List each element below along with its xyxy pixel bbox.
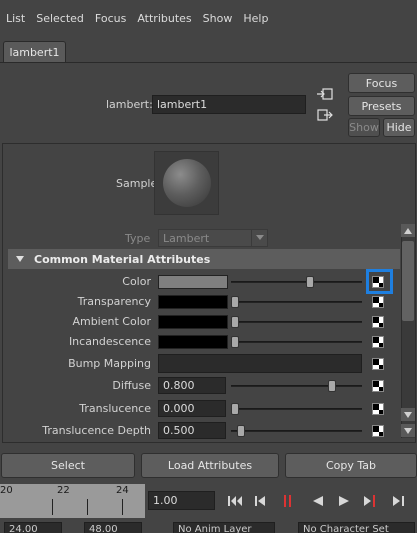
menu-selected[interactable]: Selected (36, 12, 84, 25)
type-label: Type (125, 232, 151, 245)
select-button[interactable]: Select (1, 453, 135, 478)
menu-bar: List Selected Focus Attributes Show Help (0, 0, 417, 36)
attr-label-bump-mapping: Bump Mapping (68, 357, 151, 370)
color-swatch[interactable] (158, 335, 228, 349)
selection-highlight (366, 269, 393, 294)
chevron-down-icon (251, 230, 267, 246)
type-value: Lambert (163, 231, 210, 245)
attr-slider-track[interactable] (231, 430, 362, 432)
attr-label-color: Color (122, 275, 151, 288)
attr-slider-track[interactable] (231, 321, 362, 323)
menu-help[interactable]: Help (243, 12, 268, 25)
attr-label-transparency: Transparency (77, 295, 151, 308)
map-checker-icon[interactable] (372, 316, 384, 328)
hide-button[interactable]: Hide (383, 118, 415, 137)
material-sample-swatch (154, 151, 219, 215)
numeric-field[interactable]: 0.800 (158, 377, 226, 394)
attr-slider-handle[interactable] (231, 296, 239, 308)
section-header-common-material[interactable]: Common Material Attributes (8, 249, 400, 269)
collapse-triangle-icon (16, 256, 24, 262)
scrollbar-thumb[interactable] (402, 241, 414, 321)
attr-slider-track[interactable] (231, 385, 362, 387)
map-checker-icon[interactable] (372, 380, 384, 392)
attr-slider-handle[interactable] (328, 380, 336, 392)
character-set-dropdown[interactable]: No Character Set (298, 522, 415, 533)
range-end-field[interactable]: 48.00 (84, 522, 142, 533)
show-button[interactable]: Show (348, 118, 380, 137)
tab-lambert1[interactable]: lambert1 (3, 41, 66, 62)
tick-mark (52, 499, 53, 515)
range-start-field[interactable]: 24.00 (4, 522, 62, 533)
node-type-label: lambert: (106, 98, 153, 111)
step-back-key-icon[interactable] (251, 492, 269, 510)
attr-slider-handle[interactable] (231, 316, 239, 328)
attr-slider-handle[interactable] (231, 336, 239, 348)
anim-layer-dropdown[interactable]: No Anim Layer (173, 522, 275, 533)
map-checker-icon[interactable] (372, 336, 384, 348)
current-time-field[interactable]: 1.00 (148, 491, 215, 510)
section-title: Common Material Attributes (34, 252, 211, 266)
bump-mapping-field[interactable] (158, 354, 362, 373)
tab-divider (0, 62, 417, 63)
attr-slider-track[interactable] (231, 301, 362, 303)
map-checker-icon[interactable] (372, 403, 384, 415)
menu-focus[interactable]: Focus (95, 12, 126, 25)
step-back-frame-icon[interactable] (280, 492, 298, 510)
step-forward-key-icon[interactable] (362, 492, 380, 510)
attr-slider-handle[interactable] (237, 425, 245, 437)
scroll-down-arrow-icon[interactable] (401, 408, 415, 421)
attr-label-translucence-depth: Translucence Depth (42, 424, 151, 437)
attr-slider-track[interactable] (231, 408, 362, 410)
attr-slider-handle[interactable] (231, 403, 239, 415)
tick-mark (122, 499, 123, 515)
presets-button[interactable]: Presets (348, 96, 415, 116)
color-swatch[interactable] (158, 275, 228, 289)
tick-label-24: 24 (116, 485, 129, 496)
attr-label-diffuse: Diffuse (112, 379, 151, 392)
color-swatch[interactable] (158, 295, 228, 309)
map-checker-icon[interactable] (372, 296, 384, 308)
attr-label-ambient-color: Ambient Color (72, 315, 151, 328)
menu-show[interactable]: Show (203, 12, 233, 25)
scroll-up-arrow-icon[interactable] (401, 224, 415, 237)
tick-label-22: 22 (57, 485, 70, 496)
input-connection-icon[interactable] (316, 87, 334, 101)
focus-button[interactable]: Focus (348, 73, 415, 93)
attr-label-translucence: Translucence (79, 402, 151, 415)
attr-slider-track[interactable] (231, 281, 362, 283)
attr-slider-track[interactable] (231, 341, 362, 343)
menu-attributes[interactable]: Attributes (137, 12, 191, 25)
copy-tab-button[interactable]: Copy Tab (285, 453, 417, 478)
numeric-field[interactable]: 0.000 (158, 400, 226, 417)
load-attributes-button[interactable]: Load Attributes (141, 453, 279, 478)
output-connection-icon[interactable] (316, 108, 334, 122)
play-forwards-icon[interactable] (335, 492, 353, 510)
play-backwards-icon[interactable] (309, 492, 327, 510)
go-to-end-icon[interactable] (390, 492, 408, 510)
scroll-down-arrow-2-icon[interactable] (401, 424, 415, 437)
color-swatch[interactable] (158, 315, 228, 329)
map-checker-icon[interactable] (372, 358, 384, 370)
numeric-field[interactable]: 0.500 (158, 422, 226, 439)
menu-list[interactable]: List (6, 12, 25, 25)
node-name-field[interactable]: lambert1 (152, 95, 306, 114)
go-to-start-icon[interactable] (226, 492, 244, 510)
attr-label-incandescence: Incandescence (68, 335, 151, 348)
sample-label: Sample (116, 177, 158, 190)
attr-slider-handle[interactable] (306, 276, 314, 288)
tick-label-20: 20 (0, 485, 13, 496)
map-checker-icon[interactable] (372, 425, 384, 437)
tick-mark (87, 499, 88, 515)
type-dropdown[interactable]: Lambert (158, 229, 268, 247)
sample-sphere (162, 159, 211, 207)
